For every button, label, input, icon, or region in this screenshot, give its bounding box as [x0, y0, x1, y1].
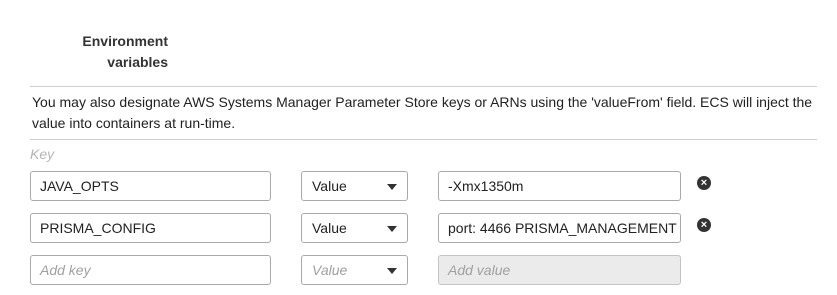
new-type-select[interactable]: Value	[301, 255, 408, 285]
remove-circle-icon[interactable]: ×	[697, 176, 711, 190]
section-label-line1: Environment	[82, 33, 168, 49]
key-column-header: Key	[30, 146, 55, 162]
env-type-select[interactable]: Value	[301, 171, 408, 201]
env-value-input[interactable]: -Xmx1350m	[438, 171, 681, 201]
env-key-input[interactable]: PRISMA_CONFIG	[30, 213, 271, 243]
add-key-input[interactable]: Add key	[30, 255, 271, 285]
top-divider	[30, 86, 817, 87]
env-key-input[interactable]: JAVA_OPTS	[30, 171, 271, 201]
new-type-selected: Value	[312, 262, 348, 278]
env-type-selected: Value	[312, 220, 347, 236]
env-type-selected: Value	[312, 178, 347, 194]
env-value-input[interactable]: port: 4466 PRISMA_MANAGEMENT	[438, 213, 681, 243]
info-text: You may also designate AWS Systems Manag…	[32, 94, 813, 131]
section-label-line2: variables	[107, 54, 168, 70]
env-type-select[interactable]: Value	[301, 213, 408, 243]
caret-down-icon	[387, 268, 397, 274]
add-value-input: Add value	[438, 255, 681, 285]
caret-down-icon	[387, 226, 397, 232]
section-label: Environment variables	[0, 31, 168, 73]
caret-down-icon	[387, 184, 397, 190]
remove-circle-icon[interactable]: ×	[697, 218, 711, 232]
info-divider	[30, 139, 817, 140]
